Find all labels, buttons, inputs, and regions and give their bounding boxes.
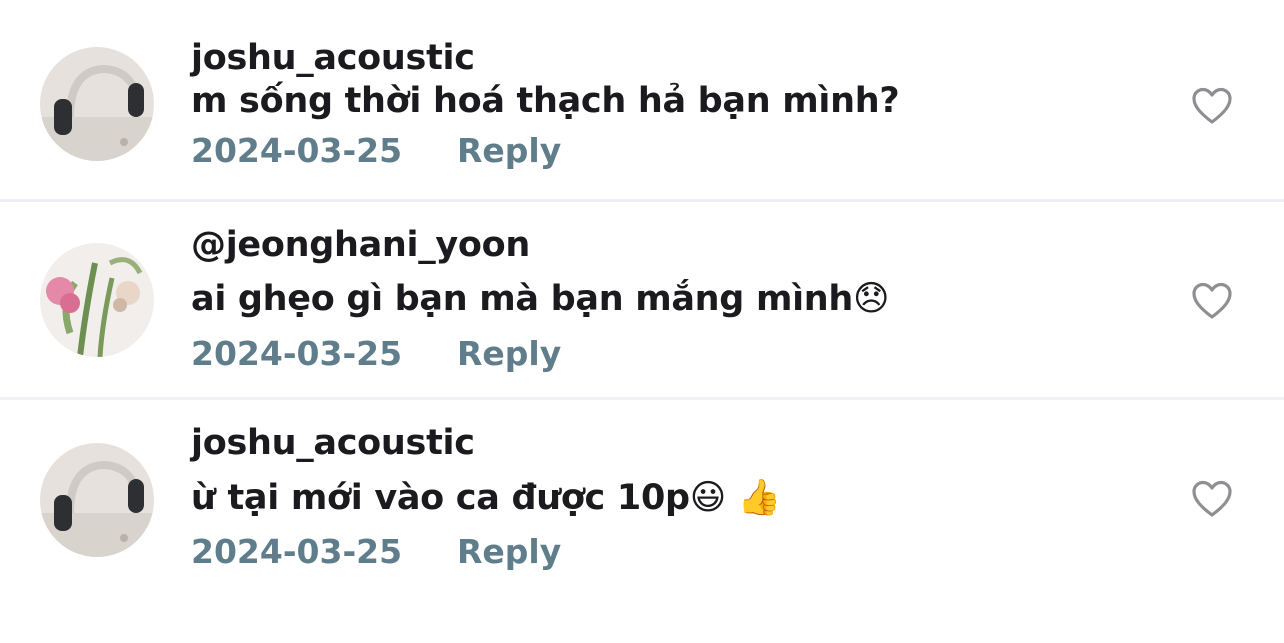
avatar[interactable] [40,47,154,161]
comment-text: m sống thời hoá thạch hả bạn mình? [191,81,900,121]
like-button[interactable] [1190,281,1234,321]
avatar-flowers-image [40,243,154,357]
comment-username[interactable]: @jeonghani_yoon [191,225,530,265]
avatar-headphones-image [40,443,154,557]
heart-outline-icon [1192,87,1232,124]
comment-meta: 2024-03-25 Reply [191,532,561,571]
comment-item: joshu_acoustic m sống thời hoá thạch hả … [0,0,1284,196]
reply-button[interactable]: Reply [457,532,561,571]
comment-item: joshu_acoustic ừ tại mới vào ca được 10p… [0,400,1284,596]
avatar[interactable] [40,443,154,557]
avatar-headphones-image [40,47,154,161]
comment-date: 2024-03-25 [191,131,403,170]
comment-date: 2024-03-25 [191,532,403,571]
reply-button[interactable]: Reply [457,334,561,373]
comment-username[interactable]: joshu_acoustic [191,423,475,463]
comment-meta: 2024-03-25 Reply [191,334,561,373]
comment-date: 2024-03-25 [191,334,403,373]
like-button[interactable] [1190,479,1234,519]
heart-outline-icon [1192,480,1232,517]
heart-outline-icon [1192,282,1232,319]
comment-list: joshu_acoustic m sống thời hoá thạch hả … [0,0,1284,643]
comment-username[interactable]: joshu_acoustic [191,38,475,78]
comment-text: ai ghẹo gì bạn mà bạn mắng mình😞 [191,279,890,319]
comment-text: ừ tại mới vào ca được 10p😃 👍 [191,478,782,518]
like-button[interactable] [1190,86,1234,126]
avatar[interactable] [40,243,154,357]
reply-button[interactable]: Reply [457,131,561,170]
comment-meta: 2024-03-25 Reply [191,131,561,170]
comment-item: @jeonghani_yoon ai ghẹo gì bạn mà bạn mắ… [0,200,1284,396]
